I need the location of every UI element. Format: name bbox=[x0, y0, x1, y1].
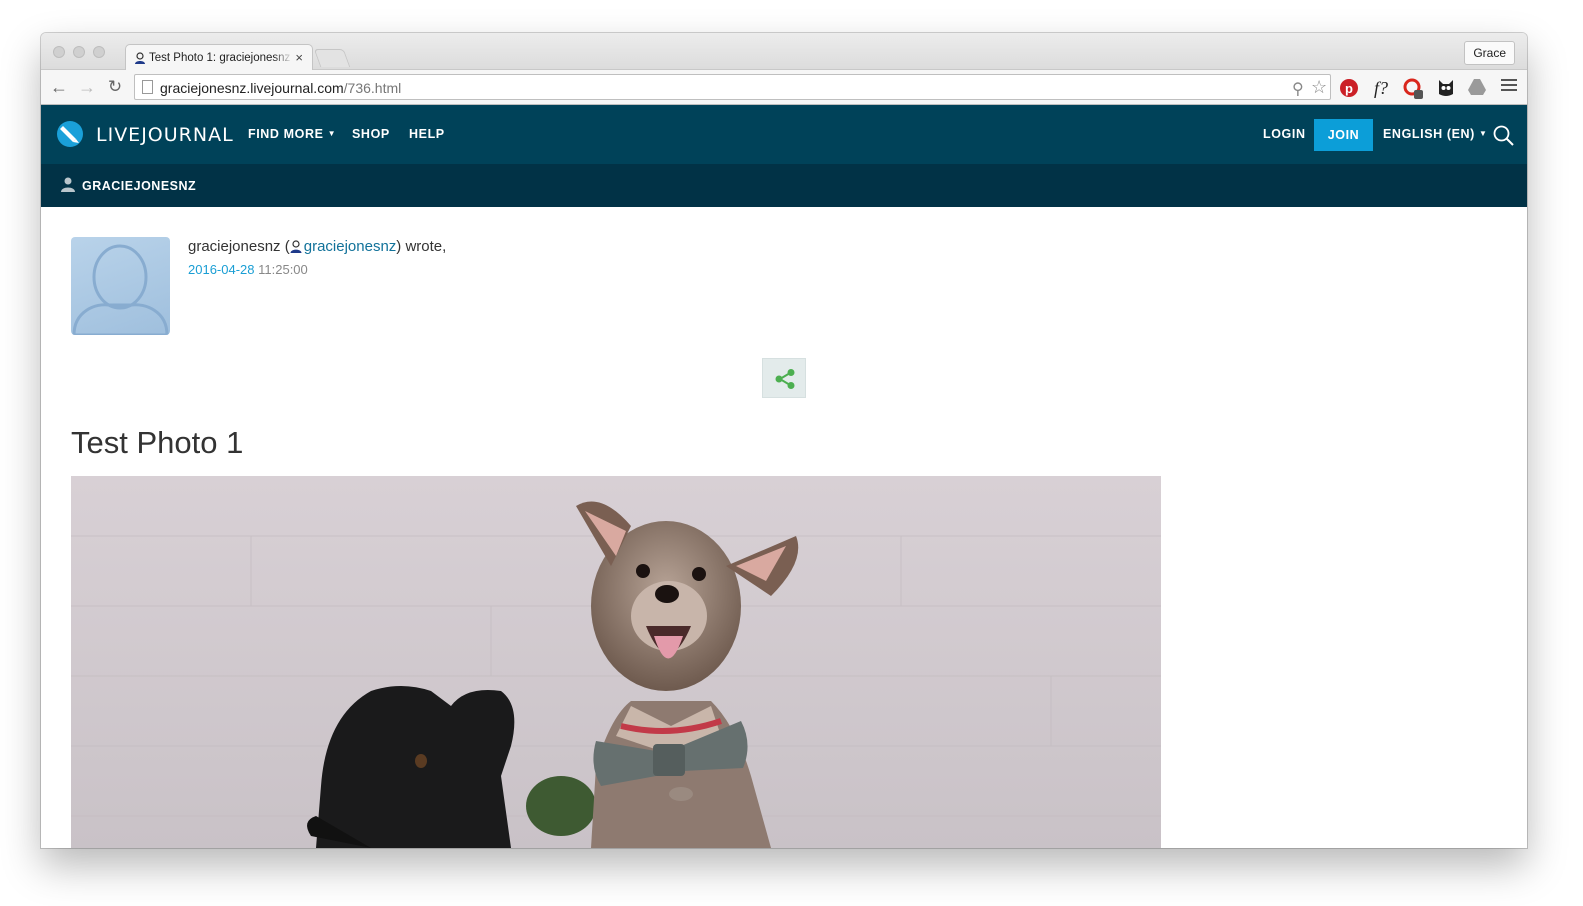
nav-find-more[interactable]: FIND MORE ▼ bbox=[248, 127, 336, 141]
journal-username[interactable]: GRACIEJONESNZ bbox=[82, 179, 196, 193]
key-icon[interactable]: ⚲ bbox=[1292, 79, 1304, 99]
share-icon bbox=[775, 369, 795, 389]
post-date-link[interactable]: 2016-04-28 bbox=[188, 262, 255, 277]
browser-toolbar: ← → ↻ graciejonesnz.livejournal.com/736.… bbox=[41, 70, 1527, 105]
livejournal-logo[interactable]: LIVEJOURNAL bbox=[55, 119, 235, 149]
url-text: graciejonesnz.livejournal.com/736.html bbox=[160, 80, 402, 96]
nav-help[interactable]: HELP bbox=[409, 127, 445, 141]
logo-text: LIVEJOURNAL bbox=[96, 124, 234, 146]
user-icon bbox=[135, 52, 145, 64]
nav-shop[interactable]: SHOP bbox=[352, 127, 390, 141]
opera-extension-icon[interactable] bbox=[1403, 78, 1423, 99]
back-icon[interactable]: ← bbox=[49, 77, 69, 97]
livejournal-logo-icon bbox=[57, 121, 83, 147]
tab-strip: Test Photo 1: graciejonesnz × Grace bbox=[41, 33, 1527, 71]
profile-button[interactable]: Grace bbox=[1464, 41, 1515, 65]
forward-icon[interactable]: → bbox=[77, 77, 97, 97]
author-link[interactable]: graciejonesnz bbox=[304, 238, 397, 255]
new-tab-button[interactable] bbox=[313, 49, 351, 67]
svg-text:p: p bbox=[1345, 81, 1353, 96]
default-userpic-icon bbox=[72, 244, 169, 335]
post-content: graciejonesnz (graciejonesnz) wrote, 201… bbox=[41, 207, 1527, 848]
user-icon bbox=[61, 177, 75, 192]
share-button[interactable] bbox=[762, 358, 806, 398]
author-name: graciejonesnz bbox=[188, 238, 281, 255]
join-button[interactable]: JOIN bbox=[1314, 119, 1373, 151]
owl-extension-icon[interactable] bbox=[1436, 78, 1456, 98]
font-finder-icon[interactable]: f? bbox=[1371, 78, 1391, 98]
close-window-button[interactable] bbox=[53, 46, 65, 58]
minimize-window-button[interactable] bbox=[73, 46, 85, 58]
page-icon bbox=[142, 80, 153, 94]
post-photo[interactable] bbox=[71, 476, 1161, 848]
bookmark-star-icon[interactable]: ☆ bbox=[1311, 77, 1327, 98]
post-title: Test Photo 1 bbox=[71, 425, 244, 460]
post-time: 11:25:00 bbox=[258, 262, 308, 277]
reload-icon[interactable]: ↻ bbox=[105, 77, 125, 97]
browser-window: Test Photo 1: graciejonesnz × Grace ← → … bbox=[41, 33, 1527, 848]
menu-icon[interactable] bbox=[1499, 78, 1519, 98]
user-icon bbox=[290, 240, 302, 253]
pinterest-icon[interactable]: p bbox=[1339, 78, 1359, 98]
post-byline: graciejonesnz (graciejonesnz) wrote, bbox=[188, 238, 447, 255]
login-link[interactable]: LOGIN bbox=[1263, 127, 1306, 141]
post-dateline: 2016-04-28 11:25:00 bbox=[188, 262, 308, 277]
drive-icon[interactable] bbox=[1467, 78, 1487, 98]
tab-close-icon[interactable]: × bbox=[295, 50, 303, 65]
dropdown-arrow-icon: ▼ bbox=[327, 129, 337, 138]
zoom-window-button[interactable] bbox=[93, 46, 105, 58]
language-selector[interactable]: ENGLISH (EN) ▼ bbox=[1383, 127, 1488, 141]
site-header: LIVEJOURNAL FIND MORE ▼ SHOP HELP LOGIN … bbox=[41, 105, 1527, 164]
address-bar[interactable]: graciejonesnz.livejournal.com/736.html ⚲… bbox=[134, 74, 1331, 100]
wrote-text: wrote, bbox=[405, 238, 447, 255]
journal-subheader: GRACIEJONESNZ bbox=[41, 164, 1527, 207]
search-icon[interactable] bbox=[1493, 125, 1514, 146]
browser-tab[interactable]: Test Photo 1: graciejonesnz × bbox=[125, 44, 313, 71]
tab-title: Test Photo 1: graciejonesnz bbox=[149, 52, 293, 64]
dogs-photo bbox=[71, 476, 1161, 848]
dropdown-arrow-icon: ▼ bbox=[1479, 129, 1488, 138]
user-avatar[interactable] bbox=[71, 237, 170, 335]
